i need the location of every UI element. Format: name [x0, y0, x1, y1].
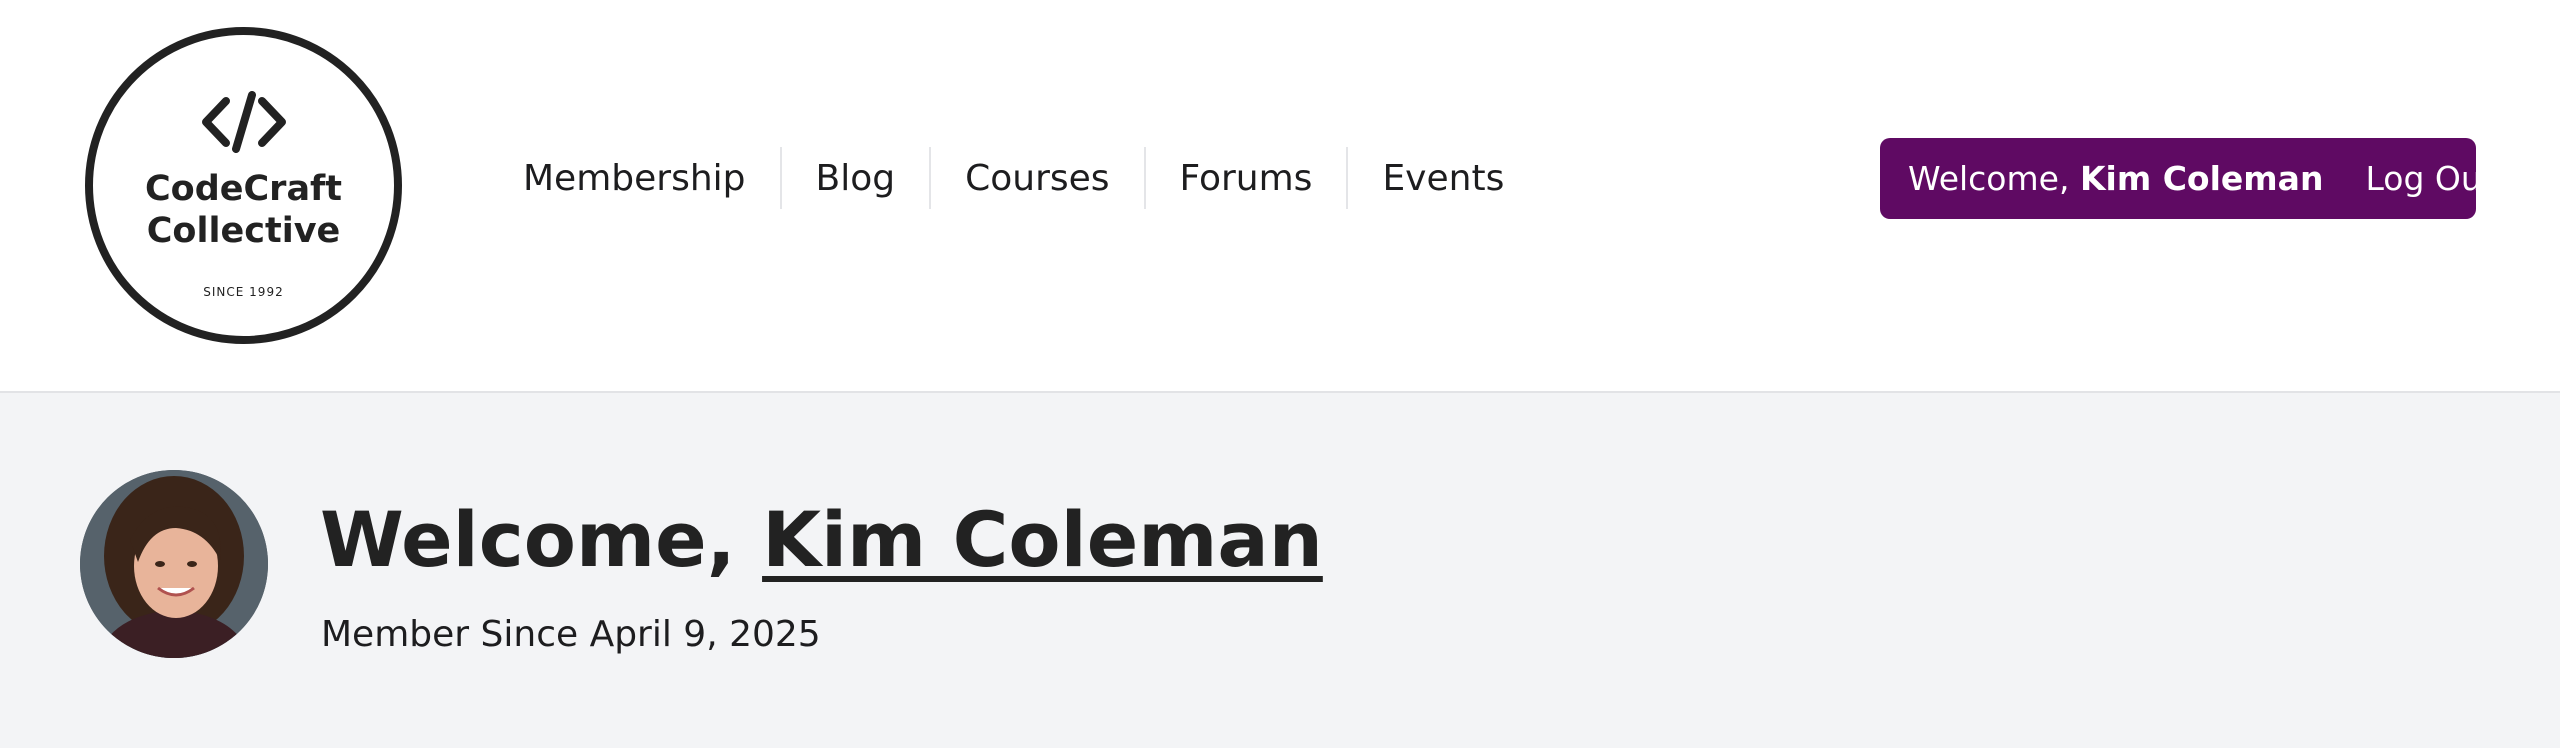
logo-name: CodeCraft Collective: [93, 168, 394, 252]
main-nav: Membership Blog Courses Forums Events: [490, 147, 1538, 209]
code-brackets-icon: [202, 91, 286, 153]
account-user-name-link[interactable]: Kim Coleman: [2080, 159, 2324, 198]
account-welcome: Welcome, Kim Coleman: [1908, 159, 2323, 198]
account-bar: Welcome, Kim Coleman Log Out: [1880, 138, 2495, 219]
page-title-prefix: Welcome,: [320, 495, 736, 584]
logo-name-line1: CodeCraft: [144, 169, 343, 209]
page-title: Welcome, Kim Coleman: [320, 490, 1323, 590]
nav-item-events[interactable]: Events: [1346, 147, 1538, 209]
site-logo[interactable]: CodeCraft Collective SINCE 1992: [85, 27, 402, 344]
nav-item-forums[interactable]: Forums: [1143, 147, 1347, 209]
site-header: CodeCraft Collective SINCE 1992 Membersh…: [0, 0, 2560, 393]
avatar: [80, 470, 268, 658]
nav-item-courses[interactable]: Courses: [929, 147, 1143, 209]
logout-link[interactable]: Log Out: [2365, 159, 2494, 198]
profile-user-name-link[interactable]: Kim Coleman: [762, 495, 1323, 584]
nav-item-blog[interactable]: Blog: [779, 147, 930, 209]
avatar-photo: [80, 470, 268, 658]
account-welcome-prefix: Welcome,: [1908, 159, 2070, 198]
logo-name-line2: Collective: [146, 211, 341, 251]
member-since: Member Since April 9, 2025: [321, 614, 821, 655]
nav-item-membership[interactable]: Membership: [490, 147, 780, 209]
logo-tagline: SINCE 1992: [203, 285, 284, 299]
